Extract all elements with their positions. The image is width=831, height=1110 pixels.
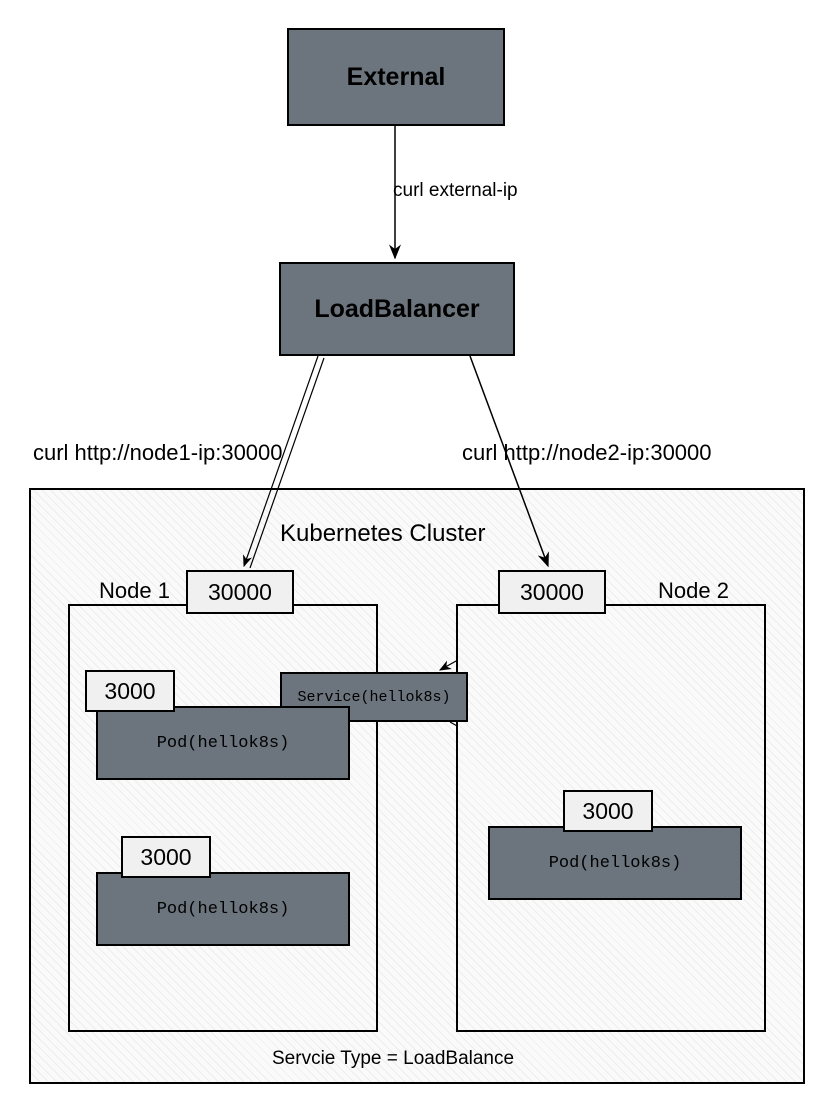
node1-pod2-box: Pod(hellok8s) [96, 872, 350, 946]
external-box: External [287, 28, 505, 126]
node2-pod1-port: 3000 [563, 790, 653, 832]
node1-pod1-box: Pod(hellok8s) [96, 706, 350, 780]
node1-box [68, 604, 378, 1032]
loadbalancer-label: LoadBalancer [314, 295, 479, 324]
node2-pod1-port-value: 3000 [582, 798, 633, 825]
node1-pod2-port: 3000 [121, 836, 211, 878]
diagram-canvas: External curl external-ip LoadBalancer c… [0, 0, 831, 1110]
external-label: External [347, 63, 446, 92]
node1-pod2-port-value: 3000 [140, 844, 191, 871]
node1-pod1-label: Pod(hellok8s) [157, 734, 290, 753]
node1-pod1-port-value: 3000 [104, 678, 155, 705]
node1-pod1-port: 3000 [85, 670, 175, 712]
node1-pod2-label: Pod(hellok8s) [157, 900, 290, 919]
node1-nodeport: 30000 [186, 570, 294, 614]
node2-pod1-label: Pod(hellok8s) [549, 854, 682, 873]
footer-caption: Servcie Type = LoadBalance [272, 1048, 514, 1070]
cluster-title: Kubernetes Cluster [280, 520, 485, 548]
node2-nodeport: 30000 [498, 570, 606, 614]
curl-node1-label: curl http://node1-ip:30000 [33, 440, 283, 466]
node2-label: Node 2 [658, 578, 729, 604]
node2-pod1-box: Pod(hellok8s) [488, 826, 742, 900]
loadbalancer-box: LoadBalancer [279, 262, 515, 356]
curl-node2-label: curl http://node2-ip:30000 [462, 440, 712, 466]
service-label: Service(hellok8s) [297, 689, 450, 706]
node2-nodeport-value: 30000 [520, 579, 584, 606]
node1-nodeport-value: 30000 [208, 579, 272, 606]
curl-external-label: curl external-ip [393, 180, 518, 202]
node1-label: Node 1 [99, 578, 170, 604]
